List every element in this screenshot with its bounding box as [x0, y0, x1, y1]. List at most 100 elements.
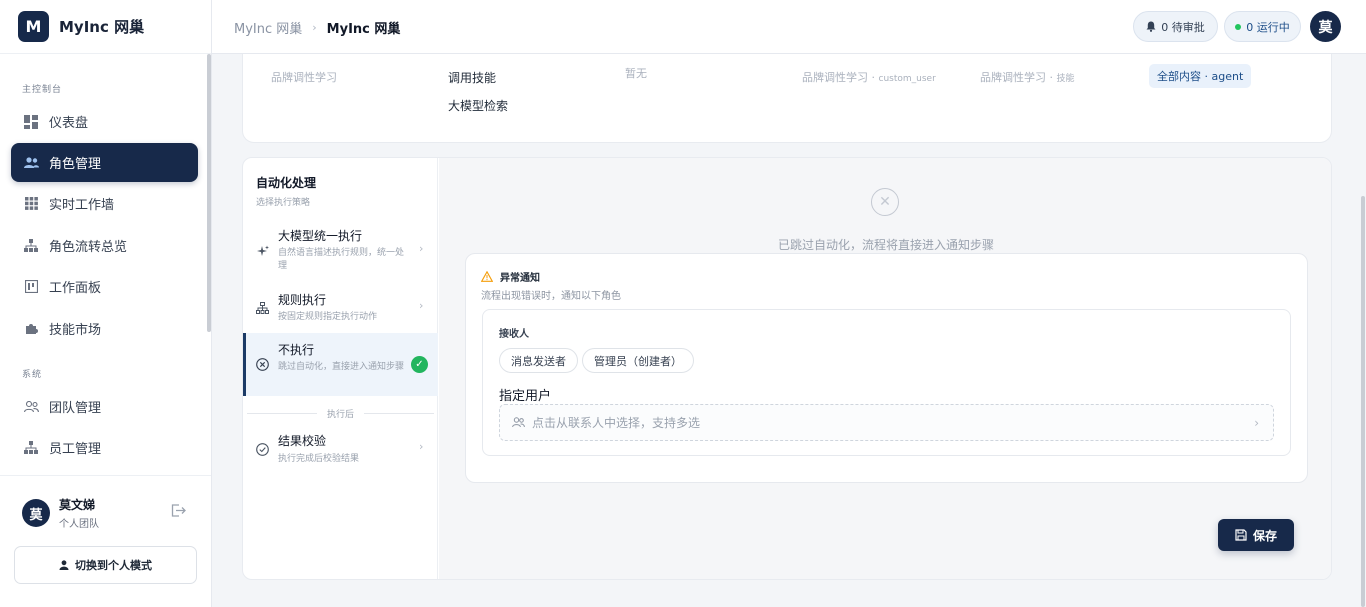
- picker-placeholder: 点击从联系人中选择，支持多选: [532, 416, 701, 430]
- logout-icon[interactable]: [171, 504, 186, 521]
- team-icon: [23, 399, 39, 415]
- strategy-title: 大模型统一执行: [278, 229, 363, 243]
- page-scrollbar[interactable]: [1361, 196, 1365, 607]
- strategy-title: 不执行: [278, 343, 315, 357]
- strategy-list: 自动化处理 选择执行策略 大模型统一执行 自然语言描述执行规则，统一处理 › 规…: [243, 158, 438, 579]
- users-icon: [512, 417, 525, 428]
- circle-check-icon: [255, 442, 269, 456]
- sidebar-item-label: 角色管理: [49, 157, 102, 172]
- nav-section-main: 主控制台: [22, 85, 63, 95]
- sidebar-item-label: 实时工作墙: [49, 198, 115, 213]
- sidebar-item-label: 仪表盘: [49, 116, 89, 131]
- user-name: 莫文娣: [59, 498, 96, 512]
- header-avatar[interactable]: 莫: [1310, 11, 1341, 42]
- chevron-right-icon: ›: [419, 299, 424, 312]
- strategy-none[interactable]: 不执行 跳过自动化，直接进入通知步骤 ✓: [243, 333, 438, 396]
- save-icon: [1235, 529, 1247, 541]
- pending-label: 0 待审批: [1161, 20, 1205, 34]
- brand-logo: M: [18, 11, 49, 42]
- after-label: 执行后: [327, 409, 355, 420]
- bell-icon: [1146, 21, 1156, 32]
- save-button[interactable]: 保存: [1218, 519, 1294, 551]
- automation-subtitle: 选择执行策略: [256, 198, 311, 208]
- chevron-right-icon: ›: [312, 21, 317, 34]
- top-header: MyInc 网巢 › MyInc 网巢 0 待审批 0 运行中 莫: [212, 0, 1366, 54]
- pending-approvals-pill[interactable]: 0 待审批: [1133, 11, 1218, 42]
- summary-cell-4: 品牌调性学习 · custom_user: [802, 69, 936, 85]
- receiver-chip-sender[interactable]: 消息发送者: [499, 348, 578, 373]
- sidebar-item-staff[interactable]: 员工管理: [11, 428, 198, 467]
- check-icon: ✓: [411, 356, 428, 373]
- running-pill[interactable]: 0 运行中: [1224, 11, 1301, 42]
- flow-icon: [23, 238, 39, 254]
- chevron-right-icon: ›: [1254, 415, 1259, 430]
- circle-x-icon: [255, 357, 269, 371]
- contact-picker[interactable]: 点击从联系人中选择，支持多选 ›: [499, 404, 1274, 441]
- summary-skill-call: 调用技能: [448, 71, 497, 85]
- strategy-desc: 自然语言描述执行规则，统一处理: [278, 248, 405, 271]
- automation-card: 自动化处理 选择执行策略 大模型统一执行 自然语言描述执行规则，统一处理 › 规…: [242, 157, 1332, 580]
- skip-message: 已跳过自动化，流程将直接进入通知步骤: [777, 238, 994, 252]
- chevron-right-icon: ›: [419, 440, 424, 453]
- dashboard-icon: [23, 114, 39, 130]
- notice-subtitle: 流程出现错误时，通知以下角色: [481, 291, 621, 302]
- sidebar-item-skill-market[interactable]: 技能市场: [11, 309, 198, 348]
- skip-icon: ✕: [871, 188, 899, 216]
- skill-summary-card: 品牌调性学习 调用技能 大模型检索 暂无 品牌调性学习 · custom_use…: [242, 54, 1332, 143]
- users-icon: [23, 155, 39, 171]
- chevron-right-icon: ›: [419, 242, 424, 255]
- switch-mode-label: 切换到个人模式: [75, 559, 152, 572]
- error-notice-card: 异常通知 流程出现错误时，通知以下角色 接收人 消息发送者 管理员（创建者） 指…: [465, 253, 1308, 483]
- receiver-chip-admin[interactable]: 管理员（创建者）: [582, 348, 694, 373]
- summary-llm-search: 大模型检索: [448, 99, 509, 113]
- sidebar-item-label: 角色流转总览: [49, 240, 128, 255]
- user-avatar[interactable]: 莫: [22, 499, 50, 527]
- strategy-title: 规则执行: [278, 293, 327, 307]
- person-icon: [59, 560, 69, 570]
- status-dot-icon: [1235, 23, 1242, 30]
- brand[interactable]: M MyInc 网巢: [0, 0, 211, 54]
- sidebar-item-dashboard[interactable]: 仪表盘: [11, 102, 198, 141]
- switch-personal-mode-button[interactable]: 切换到个人模式: [14, 546, 197, 584]
- sidebar-item-label: 团队管理: [49, 401, 102, 416]
- strategy-llm[interactable]: 大模型统一执行 自然语言描述执行规则，统一处理 ›: [243, 221, 438, 281]
- summary-cell-4-label: 品牌调性学习 ·: [802, 71, 879, 84]
- brand-name: MyInc 网巢: [59, 18, 145, 36]
- breadcrumb-root[interactable]: MyInc 网巢: [234, 18, 302, 37]
- sparkle-icon: [255, 244, 269, 258]
- summary-cell-4-tag: custom_user: [878, 74, 936, 84]
- hierarchy-icon: [255, 301, 269, 315]
- sidebar-item-label: 技能市场: [49, 323, 102, 338]
- notice-title: 异常通知: [500, 273, 540, 284]
- sidebar-scrollbar[interactable]: [207, 54, 211, 332]
- user-panel: 莫 莫文娣 个人团队 切换到个人模式: [0, 475, 211, 607]
- notice-title-row: 异常通知: [481, 269, 540, 284]
- sidebar-item-work-wall[interactable]: 实时工作墙: [11, 184, 198, 223]
- sidebar-item-roles[interactable]: 角色管理: [11, 143, 198, 182]
- summary-none: 暂无: [625, 67, 647, 80]
- sidebar-item-role-flow[interactable]: 角色流转总览: [11, 226, 198, 265]
- receivers-card: 接收人 消息发送者 管理员（创建者） 指定用户 点击从联系人中选择，支持多选 ›: [482, 309, 1291, 456]
- automation-title: 自动化处理: [256, 176, 317, 190]
- running-label: 0 运行中: [1246, 20, 1290, 34]
- grid-icon: [23, 196, 39, 212]
- after-divider: 执行后: [247, 407, 435, 420]
- sidebar: M MyInc 网巢 主控制台 仪表盘 角色管理 实时工作墙 角色流转总览 工作…: [0, 0, 212, 607]
- board-icon: [23, 279, 39, 295]
- strategy-verify[interactable]: 结果校验 执行完成后校验结果 ›: [243, 426, 438, 470]
- sidebar-item-work-board[interactable]: 工作面板: [11, 267, 198, 306]
- sidebar-item-team[interactable]: 团队管理: [11, 387, 198, 426]
- summary-cell-1: 品牌调性学习: [271, 71, 337, 84]
- strategy-desc: 执行完成后校验结果: [278, 454, 360, 464]
- sidebar-item-label: 员工管理: [49, 442, 102, 457]
- warning-icon: [481, 271, 493, 282]
- save-label: 保存: [1252, 528, 1277, 543]
- receivers-title: 接收人: [499, 329, 529, 340]
- strategy-detail: ✕ 已跳过自动化，流程将直接进入通知步骤 异常通知 流程出现错误时，通知以下角色…: [439, 158, 1331, 579]
- summary-cell-5-label: 品牌调性学习 ·: [980, 71, 1057, 84]
- sidebar-item-label: 工作面板: [49, 281, 102, 296]
- strategy-desc: 按固定规则指定执行动作: [278, 312, 378, 322]
- org-icon: [23, 440, 39, 456]
- summary-cell-5-tag: 技能: [1056, 74, 1075, 84]
- strategy-rule[interactable]: 规则执行 按固定规则指定执行动作 ›: [243, 285, 438, 329]
